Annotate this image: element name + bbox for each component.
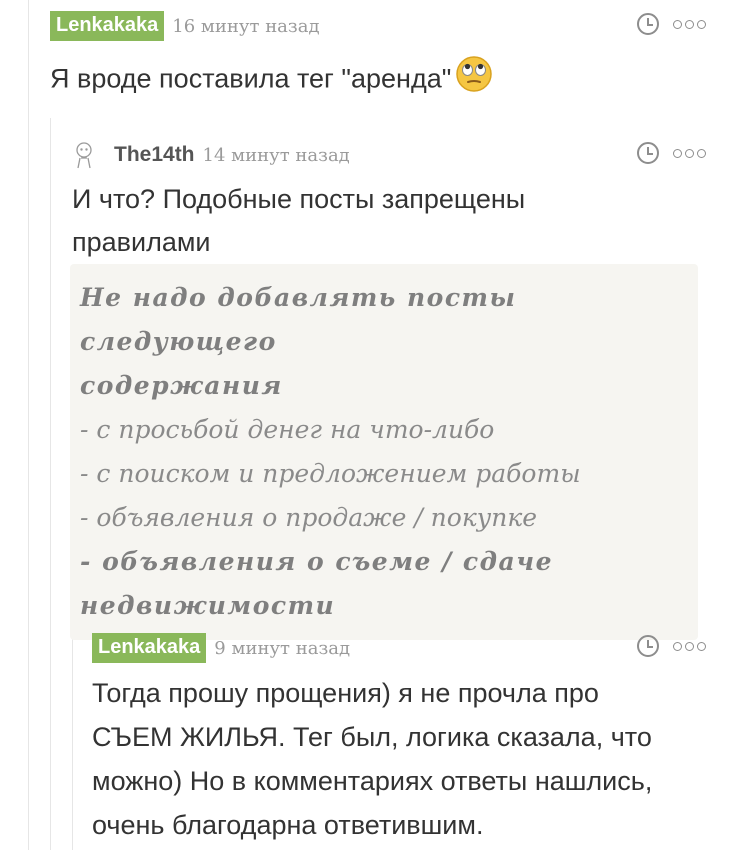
comment-text-line: можно) Но в комментариях ответы нашлись, xyxy=(92,766,653,796)
comment-body: Тогда прошу прощения) я не прочла про СЪ… xyxy=(92,671,706,847)
clock-icon[interactable] xyxy=(637,142,659,164)
thread-line-level3 xyxy=(72,610,73,850)
comment-1: Lenkakaka 16 минут назад Я вроде постави… xyxy=(50,11,706,106)
comment-text-line: очень благодарна ответившим. xyxy=(92,810,484,840)
quote-heading: Не надо добавлять посты следующего xyxy=(80,283,517,356)
quote-item-highlight: - объявления о съеме / сдаче xyxy=(80,547,553,576)
comment-time[interactable]: 9 минут назад xyxy=(214,638,350,659)
username-link[interactable]: The14th xyxy=(114,143,195,167)
comment-2: The14th 14 минут назад И что? Подобные п… xyxy=(70,140,706,640)
username-badge[interactable]: Lenkakaka xyxy=(92,633,207,663)
comment-body: И что? Подобные посты запрещены правилам… xyxy=(72,178,706,264)
quote-item: - с поиском и предложением работы xyxy=(80,459,581,488)
clock-icon[interactable] xyxy=(637,13,659,35)
more-options-icon[interactable] xyxy=(673,19,706,29)
comment-text-line: Тогда прошу прощения) я не прочла про xyxy=(92,678,599,708)
more-options-icon[interactable] xyxy=(673,641,706,651)
comment-time[interactable]: 14 минут назад xyxy=(203,145,350,166)
comment-time[interactable]: 16 минут назад xyxy=(172,16,319,37)
comment-header: Lenkakaka 16 минут назад xyxy=(50,11,706,41)
clock-icon[interactable] xyxy=(637,635,659,657)
comment-actions xyxy=(637,13,706,35)
comment-header: Lenkakaka 9 минут назад xyxy=(92,633,706,663)
quote-item-highlight: недвижимости xyxy=(80,591,336,620)
more-options-icon[interactable] xyxy=(673,148,706,158)
default-avatar-icon[interactable] xyxy=(72,141,96,169)
quote-heading: содержания xyxy=(80,371,283,400)
comment-text-line: И что? Подобные посты запрещены xyxy=(72,184,526,214)
comment-text: Я вроде поставила тег "аренда" xyxy=(50,63,452,94)
quote-item: - с просьбой денег на что-либо xyxy=(80,415,495,444)
eye-roll-emoji-icon xyxy=(455,55,493,106)
comment-text-line: СЪЕМ ЖИЛЬЯ. Тег был, логика сказала, что xyxy=(92,722,652,752)
thread-line-level1 xyxy=(28,0,29,850)
comment-3: Lenkakaka 9 минут назад Тогда прошу прощ… xyxy=(92,633,706,847)
username-badge[interactable]: Lenkakaka xyxy=(50,11,165,41)
comment-body: Я вроде поставила тег "аренда" xyxy=(50,55,706,106)
comment-actions xyxy=(637,142,706,164)
comment-text-line: правилами xyxy=(72,227,211,257)
quote-item: - объявления о продаже / покупке xyxy=(80,503,538,532)
thread-line-level2 xyxy=(50,118,51,850)
comment-actions xyxy=(637,635,706,657)
quote-block: Не надо добавлять посты следующего содер… xyxy=(70,264,698,640)
comment-header: The14th 14 минут назад xyxy=(72,140,706,170)
